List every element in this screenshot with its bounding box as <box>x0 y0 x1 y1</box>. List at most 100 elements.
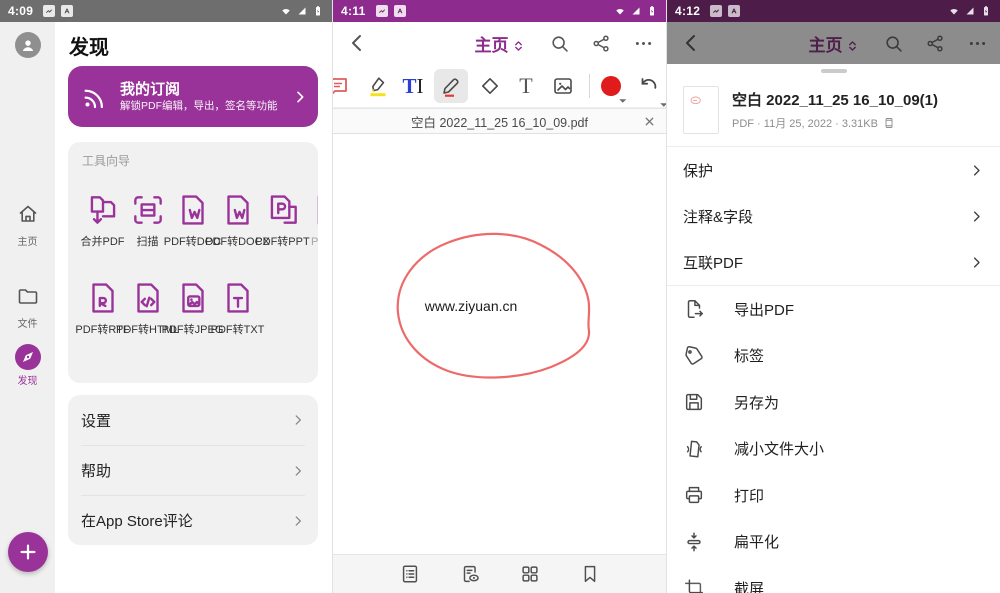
notification-icons <box>43 5 73 17</box>
thumbnails-grid-icon[interactable] <box>519 563 541 585</box>
image-notification-icon <box>43 5 55 17</box>
sidebar-item-files[interactable]: 文件 <box>0 284 55 330</box>
pdf-canvas[interactable]: www.ziyuan.cn <box>333 135 666 554</box>
status-right-icons <box>948 5 992 17</box>
back-icon[interactable] <box>679 31 703 55</box>
tool-label: 扫描 <box>137 233 159 249</box>
sidebar-item-discover[interactable]: 发现 <box>0 344 55 387</box>
close-tab-icon[interactable] <box>643 115 656 128</box>
status-right-icons <box>614 5 658 17</box>
tool-pdf-to-ppt[interactable]: PDF转PPT <box>260 191 305 249</box>
nav-title: 主页 <box>809 36 843 55</box>
menu-item-label: 在App Store评论 <box>81 510 193 531</box>
caret-updown-icon <box>512 38 525 54</box>
color-swatch[interactable] <box>597 72 625 100</box>
chevron-right-icon <box>969 163 984 178</box>
tool-pdf-to-jpeg[interactable]: PDF转JPEG <box>170 279 215 337</box>
status-bar: 4:09 <box>0 0 332 22</box>
three-screen-montage: 4:09 主页 文件 <box>0 0 1000 593</box>
pencil-icon <box>439 74 463 98</box>
battery-charging-icon <box>980 5 992 17</box>
notification-icons <box>376 5 406 17</box>
action-reduce-file-size[interactable]: 减小文件大小 <box>667 426 1000 473</box>
image-stamp-tool[interactable] <box>549 72 577 100</box>
document-menu-screen: 4:12 主页 <box>667 0 1000 593</box>
bookmark-icon[interactable] <box>579 563 601 585</box>
typewriter-tool[interactable]: T <box>512 72 540 100</box>
action-print[interactable]: 打印 <box>667 472 1000 519</box>
add-document-fab[interactable] <box>8 532 48 572</box>
action-tags[interactable]: 标签 <box>667 333 1000 380</box>
battery-charging-icon <box>312 5 324 17</box>
tool-row-1: 合并PDF 扫描 PDF转DOC PDF转DOCX <box>80 191 318 249</box>
document-tab[interactable]: 空白 2022_11_25 16_10_09.pdf <box>411 112 588 131</box>
menu-item-review[interactable]: 在App Store评论 <box>81 495 305 545</box>
text-icon: T <box>519 73 532 99</box>
file-info-row: 空白 2022_11_25 16_10_09(1) PDF · 11月 25, … <box>667 64 1000 146</box>
editor-toolbar: 主页 <box>333 22 666 64</box>
tag-icon <box>683 345 705 367</box>
search-icon[interactable] <box>549 33 570 54</box>
outline-list-icon[interactable] <box>399 563 421 585</box>
group-label: 注释&字段 <box>683 206 753 227</box>
image-notification-icon <box>376 5 388 17</box>
pencil-tool-selected[interactable] <box>434 69 468 103</box>
file-meta-text: PDF · 11月 25, 2022 · 3.31KB <box>732 115 878 131</box>
action-label: 标签 <box>734 345 764 366</box>
pdf-to-jpeg-icon <box>174 279 212 317</box>
sidebar-item-label: 文件 <box>0 315 55 330</box>
group-protect[interactable]: 保护 <box>667 147 1000 193</box>
sheet-drag-handle[interactable] <box>821 69 847 73</box>
group-label: 保护 <box>683 160 713 181</box>
device-icon <box>883 117 895 129</box>
flatten-icon <box>683 531 705 553</box>
rss-icon <box>80 82 110 112</box>
undo-button[interactable] <box>634 72 662 100</box>
page-title: 发现 <box>69 31 109 60</box>
status-time: 4:09 <box>8 4 33 18</box>
edit-text-tool[interactable]: TI <box>399 72 427 100</box>
pdf-to-html-icon <box>129 279 167 317</box>
share-icon[interactable] <box>591 33 612 54</box>
chevron-right-icon <box>292 89 308 105</box>
signal-icon <box>964 5 976 17</box>
group-annotations-fields[interactable]: 注释&字段 <box>667 193 1000 239</box>
annotation-toolbar: TI T <box>333 64 666 108</box>
more-icon <box>967 33 988 54</box>
menu-item-settings[interactable]: 设置 <box>81 395 305 445</box>
more-icon[interactable] <box>633 33 654 54</box>
action-label: 减小文件大小 <box>734 438 824 459</box>
action-screenshot[interactable]: 截屏 <box>667 565 1000 593</box>
status-right-icons <box>280 5 324 17</box>
tool-pdf-to-docx[interactable]: PDF转DOCX <box>215 191 260 249</box>
group-connected-pdf[interactable]: 互联PDF <box>667 239 1000 285</box>
comment-tool[interactable] <box>333 72 352 100</box>
action-flatten[interactable]: 扁平化 <box>667 519 1000 566</box>
tool-pdf-to-txt[interactable]: PDF转TXT <box>215 279 260 337</box>
tool-clipped[interactable]: PDF转 <box>305 191 318 249</box>
signal-icon <box>630 5 642 17</box>
reduce-size-icon <box>683 438 705 460</box>
eraser-tool[interactable] <box>476 72 504 100</box>
tool-merge-pdf[interactable]: 合并PDF <box>80 191 125 249</box>
menu-item-help[interactable]: 帮助 <box>81 445 305 495</box>
action-save-as[interactable]: 另存为 <box>667 379 1000 426</box>
chevron-right-icon <box>291 514 305 528</box>
notification-icons <box>710 5 740 17</box>
person-icon <box>19 36 37 54</box>
battery-charging-icon <box>646 5 658 17</box>
avatar[interactable] <box>15 32 41 58</box>
read-view-icon[interactable] <box>459 563 481 585</box>
sidebar-item-home[interactable]: 主页 <box>0 202 55 248</box>
app-notification-icon <box>61 5 73 17</box>
back-icon[interactable] <box>345 31 369 55</box>
highlighter-tool[interactable] <box>364 72 392 100</box>
pdf-to-docx-icon <box>219 191 257 229</box>
action-export-pdf[interactable]: 导出PDF <box>667 286 1000 333</box>
subscription-banner[interactable]: 我的订阅 解锁PDF编辑，导出，签名等功能 <box>68 66 318 127</box>
action-label: 截屏 <box>734 578 764 593</box>
pdf-to-rtf-icon <box>84 279 122 317</box>
home-icon <box>16 202 40 226</box>
status-time: 4:11 <box>341 4 366 18</box>
ink-annotation: www.ziyuan.cn <box>333 135 667 554</box>
